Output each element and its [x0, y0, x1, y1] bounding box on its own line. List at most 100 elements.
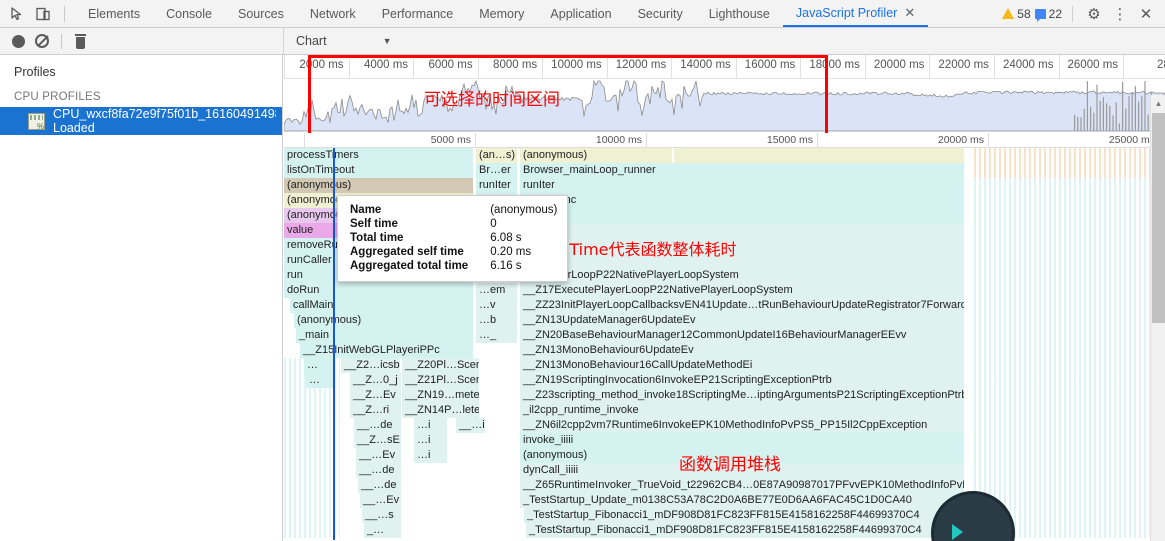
flame-bar[interactable]: processTimers [284, 148, 474, 163]
flame-bar[interactable]: __Z…Ev [350, 388, 402, 403]
flame-bar[interactable]: __Z20Pl…Sceneb [402, 358, 480, 373]
clear-button[interactable] [35, 34, 49, 48]
flame-bar[interactable]: (anonymous) [284, 178, 474, 193]
flame-bar[interactable]: __ZN13MonoBehaviour16CallUpdateMethodEi [520, 358, 965, 373]
flame-bar[interactable]: __…Ev [360, 493, 402, 508]
flame-row: __Z15InitWebGLPlayeriPPc __ZN13MonoBehavi… [284, 343, 1165, 358]
flame-bar[interactable]: (anonymous) [294, 313, 474, 328]
flame-bar[interactable] [674, 148, 965, 163]
flame-bar[interactable]: doRun [284, 283, 474, 298]
flame-bar[interactable]: …b [476, 313, 518, 328]
tab-network[interactable]: Network [297, 0, 369, 27]
flame-bar[interactable]: __Z23scripting_method_invoke18ScriptingM… [520, 388, 965, 403]
flame-bar[interactable]: callMain [290, 298, 474, 313]
flame-bar[interactable]: …v [476, 298, 518, 313]
flame-bar[interactable]: __Z…ri [350, 403, 402, 418]
flame-row: __…de __Z65RuntimeInvoker_TrueVoid_t22962… [284, 478, 1165, 493]
flame-bar[interactable]: …_ [476, 328, 518, 343]
flame-bar[interactable]: runIter [476, 178, 518, 193]
tab-console[interactable]: Console [153, 0, 225, 27]
flame-bar[interactable]: __ZN13MonoBehaviour6UpdateEv [520, 343, 965, 358]
flame-bar[interactable]: …em [476, 283, 518, 298]
flame-bar[interactable]: __…de [358, 478, 402, 493]
flame-bar[interactable]: … [306, 373, 334, 388]
tab-sources[interactable]: Sources [225, 0, 297, 27]
playhead-marker[interactable] [333, 148, 335, 540]
flame-bar[interactable]: runIter [520, 178, 965, 193]
flame-bar[interactable]: …tionFunc [520, 193, 965, 208]
tab-lighthouse[interactable]: Lighthouse [696, 0, 783, 27]
flame-bar[interactable]: __Z15InitWebGLPlayeriPPc [300, 343, 474, 358]
flame-bar[interactable]: …i [414, 433, 448, 448]
flame-bar[interactable]: __…i [456, 418, 486, 433]
flame-bar[interactable]: invoke_iiiii [520, 433, 965, 448]
gear-icon[interactable]: ⚙ [1083, 3, 1105, 25]
flame-bar[interactable]: __ZN19ScriptingInvocation6InvokeEP21Scri… [520, 373, 965, 388]
flame-bar[interactable]: __ZN14P…leteEv [402, 403, 480, 418]
flame-row: _main …_ __ZN20BaseBehaviourManager12Commo… [284, 328, 1165, 343]
flame-bar[interactable]: __ZN19…meters [402, 388, 480, 403]
close-devtools-icon[interactable]: ✕ [1135, 3, 1157, 25]
flame-noise-block [284, 448, 340, 463]
flame-bar[interactable]: __ZZ23InitPlayerLoopCallbacksvEN41Update… [520, 298, 965, 313]
tab-label: Sources [237, 6, 284, 21]
flame-bar[interactable]: __Z21Pl…Sceneb [402, 373, 480, 388]
flame-bar[interactable]: (an…s) [476, 148, 518, 163]
flame-bar[interactable]: __Z…sE [354, 433, 402, 448]
flame-row: __…de …i __…i __ZN6il2cpp2vm7Runtime6Invoke… [284, 418, 1165, 433]
flame-bar[interactable]: _TestStartup_Fibonacci1_mDF908D81FC823FF… [526, 523, 965, 538]
flame-bar[interactable]: __Z17ExecutePlayerLoopP22NativePlayerLoo… [520, 283, 965, 298]
more-options-icon[interactable]: ⋮ [1109, 3, 1131, 25]
tab-elements[interactable]: Elements [75, 0, 153, 27]
message-count[interactable]: 22 [1034, 7, 1062, 22]
flame-bar[interactable]: __…s [362, 508, 402, 523]
vertical-scrollbar[interactable]: ▲ [1150, 95, 1165, 541]
flame-bar[interactable]: _TestStartup_Update_m0138C53A78C2D0A6BE7… [520, 493, 965, 508]
flame-bar[interactable]: _TestStartup_Fibonacci1_mDF908D81FC823FF… [524, 508, 965, 523]
tooltip-row: Total time 6.08 s [350, 231, 557, 245]
profiler-controls [0, 33, 283, 49]
delete-profile-icon[interactable] [74, 33, 87, 49]
flame-bar[interactable]: __Z2…icsb [341, 358, 401, 373]
flame-noise-block [974, 193, 1150, 208]
record-button[interactable] [12, 34, 25, 48]
flame-bar[interactable]: …i [414, 448, 448, 463]
tab-security[interactable]: Security [625, 0, 696, 27]
warning-count[interactable]: 58 [1002, 7, 1031, 21]
tab-application[interactable]: Application [537, 0, 624, 27]
view-selector[interactable]: Chart ▼ [283, 27, 1165, 55]
overview-graph[interactable] [284, 79, 1165, 133]
scrollbar-thumb[interactable] [1152, 113, 1165, 323]
flame-bar[interactable]: __ZN20BaseBehaviourManager12CommonUpdate… [520, 328, 965, 343]
flame-bar[interactable]: _main [296, 328, 474, 343]
flame-bar[interactable]: __…de [356, 463, 402, 478]
scroll-up-arrow[interactable]: ▲ [1151, 95, 1165, 111]
flame-bar[interactable]: __ZN6il2cpp2vm7Runtime6InvokeEPK10Method… [520, 418, 965, 433]
inspect-element-icon[interactable] [8, 5, 26, 23]
close-icon[interactable]: ✕ [904, 5, 915, 21]
sidebar-item-profile[interactable]: CPU_wxcf8fa72e9f75f01b_1616049149869_c L… [0, 107, 282, 135]
flame-bar[interactable]: …ePlayerLoopP22NativePlayerLoopSystem [520, 268, 965, 283]
tab-performance[interactable]: Performance [369, 0, 467, 27]
tab-javascript-profiler[interactable]: JavaScript Profiler ✕ [782, 0, 929, 27]
flame-bar[interactable]: __Z…0_j [350, 373, 402, 388]
flame-bar[interactable]: …i [414, 418, 448, 433]
flame-bar[interactable]: __…de [354, 418, 402, 433]
devtools-tab-bar: Elements Console Sources Network Performance… [0, 0, 1165, 28]
flame-bar[interactable]: _… [364, 523, 402, 538]
device-toolbar-icon[interactable] [34, 5, 52, 23]
flame-bar[interactable]: __Z65RuntimeInvoker_TrueVoid_t22962CB4…0… [520, 478, 965, 493]
flame-noise-block [284, 508, 340, 523]
flame-bar[interactable]: … [304, 358, 334, 373]
tab-label: Security [637, 6, 683, 21]
flame-bar[interactable]: (anonymous) [520, 148, 673, 163]
flame-bar[interactable]: __ZN13UpdateManager6UpdateEv [520, 313, 965, 328]
flame-bar[interactable]: listOnTimeout [284, 163, 474, 178]
flame-bar[interactable]: __…Ev [356, 448, 402, 463]
flame-bar[interactable]: _il2cpp_runtime_invoke [520, 403, 965, 418]
flame-row: _… _TestStartup_Fibonacci1_mDF908D81FC823… [284, 523, 1165, 538]
flame-bar[interactable]: Browser_mainLoop_runner [520, 163, 965, 178]
flame-bar[interactable]: Br…er [476, 163, 518, 178]
flame-bar[interactable] [520, 208, 965, 223]
tab-memory[interactable]: Memory [466, 0, 537, 27]
